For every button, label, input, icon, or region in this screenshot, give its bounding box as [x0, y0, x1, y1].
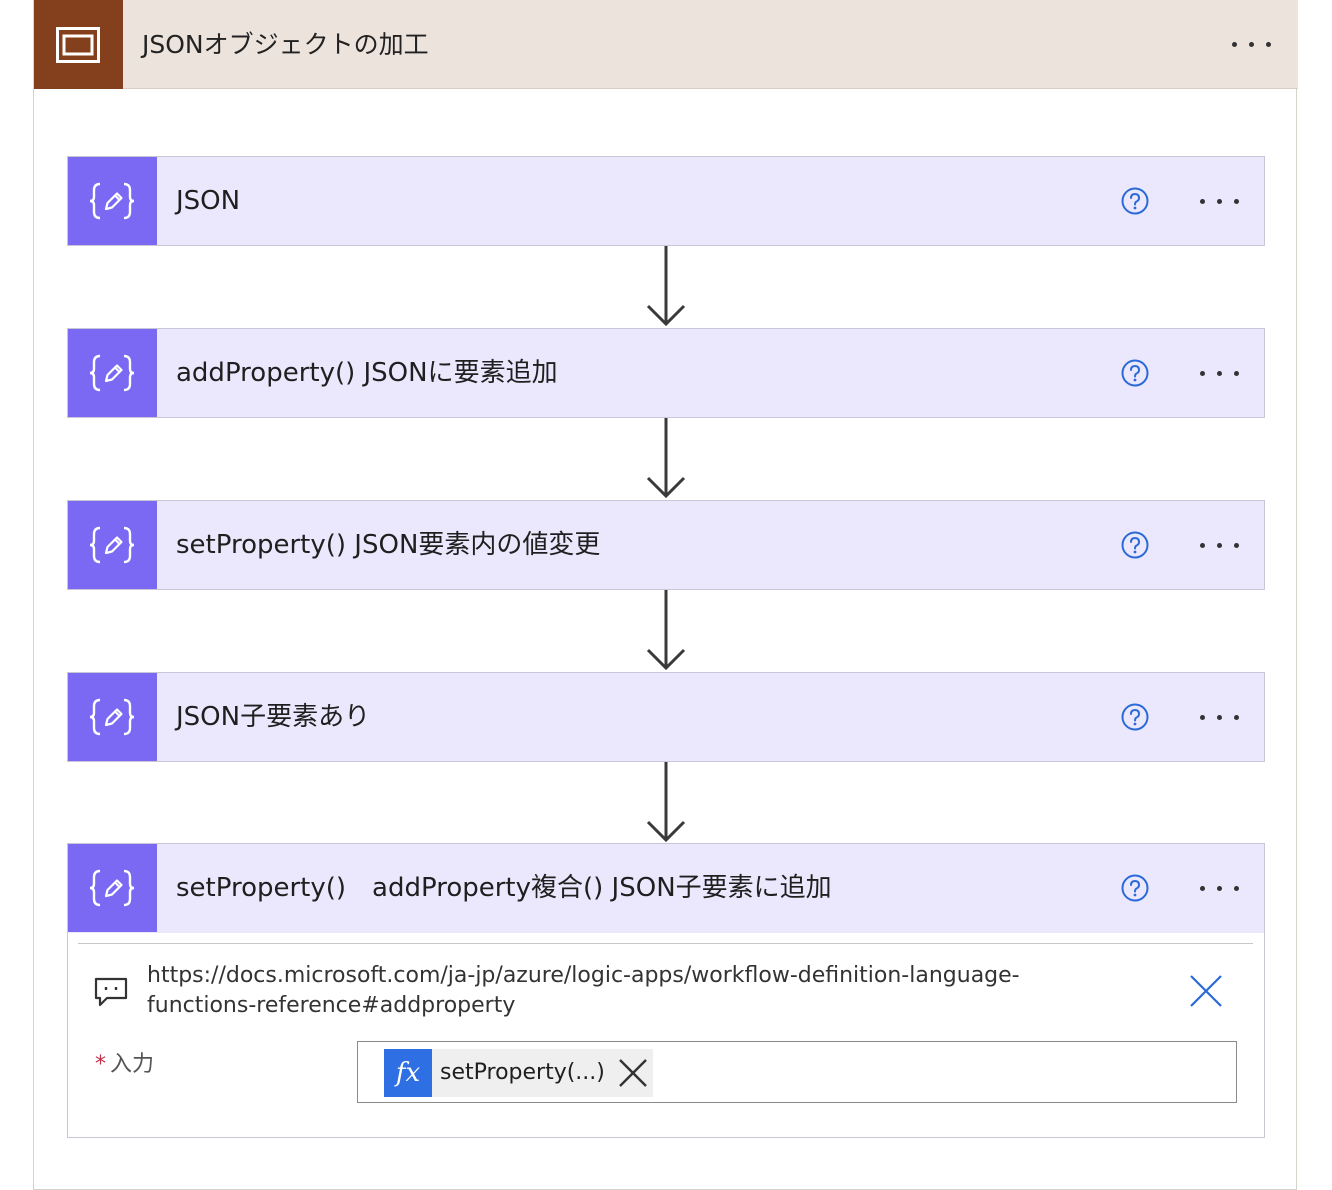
- scope-icon: [34, 0, 123, 89]
- arrow-down-icon: [646, 246, 686, 327]
- more-options-icon[interactable]: [1198, 713, 1242, 723]
- input-label-text: 入力: [110, 1052, 155, 1077]
- action-title: JSON子要素あり: [176, 702, 371, 732]
- scope-header[interactable]: JSONオブジェクトの加工: [34, 0, 1298, 89]
- scope-title: JSONオブジェクトの加工: [142, 30, 429, 59]
- action-card-setproperty[interactable]: setProperty() JSON要素内の値変更: [67, 500, 1265, 590]
- comment-text[interactable]: https://docs.microsoft.com/ja-jp/azure/l…: [147, 961, 1127, 1021]
- help-icon[interactable]: [1121, 187, 1149, 215]
- action-title: setProperty() addProperty複合() JSON子要素に追加: [176, 873, 832, 903]
- help-icon[interactable]: [1121, 531, 1149, 559]
- action-card-json-child[interactable]: JSON子要素あり: [67, 672, 1265, 762]
- required-mark: *: [95, 1052, 106, 1077]
- action-card-addproperty[interactable]: addProperty() JSONに要素追加: [67, 328, 1265, 418]
- input-label: * 入力: [95, 1050, 154, 1080]
- more-options-icon[interactable]: [1198, 197, 1242, 207]
- comment-icon: [94, 977, 128, 1007]
- close-comment-icon[interactable]: [1188, 973, 1224, 1009]
- scope-more-icon[interactable]: [1230, 40, 1274, 50]
- compose-icon: [68, 157, 157, 245]
- help-icon[interactable]: [1121, 359, 1149, 387]
- more-options-icon[interactable]: [1198, 884, 1242, 894]
- help-icon[interactable]: [1121, 874, 1149, 902]
- expression-token[interactable]: fx setProperty(...): [384, 1049, 653, 1097]
- fx-icon: fx: [384, 1049, 432, 1097]
- compose-icon: [68, 329, 157, 417]
- help-icon[interactable]: [1121, 703, 1149, 731]
- compose-icon: [68, 844, 157, 932]
- more-options-icon[interactable]: [1198, 369, 1242, 379]
- input-field[interactable]: fx setProperty(...): [357, 1041, 1237, 1103]
- action-card-json[interactable]: JSON: [67, 156, 1265, 246]
- action-header[interactable]: setProperty() addProperty複合() JSON子要素に追加: [68, 844, 1264, 933]
- arrow-down-icon: [646, 762, 686, 843]
- compose-icon: [68, 501, 157, 589]
- action-title: setProperty() JSON要素内の値変更: [176, 530, 601, 560]
- arrow-down-icon: [646, 590, 686, 671]
- arrow-down-icon: [646, 418, 686, 499]
- compose-icon: [68, 673, 157, 761]
- divider: [78, 943, 1253, 944]
- more-options-icon[interactable]: [1198, 541, 1242, 551]
- action-title: addProperty() JSONに要素追加: [176, 358, 558, 388]
- action-card-expanded: setProperty() addProperty複合() JSON子要素に追加…: [67, 843, 1265, 1138]
- action-title: JSON: [176, 186, 241, 216]
- token-text: setProperty(...): [440, 1060, 605, 1085]
- remove-token-icon[interactable]: [613, 1049, 653, 1097]
